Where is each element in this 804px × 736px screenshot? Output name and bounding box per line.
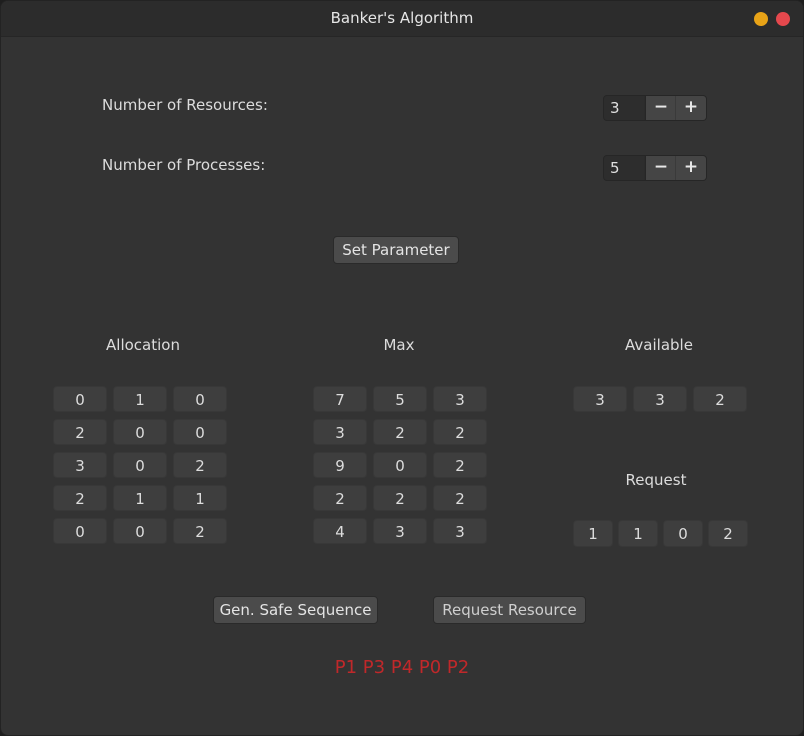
- set-parameter-button[interactable]: Set Parameter: [333, 236, 459, 264]
- allocation-cell[interactable]: 0: [53, 386, 107, 412]
- processes-decrement-button[interactable]: −: [645, 156, 676, 180]
- max-cell[interactable]: 2: [373, 419, 427, 445]
- max-cell[interactable]: 0: [373, 452, 427, 478]
- allocation-cell[interactable]: 3: [53, 452, 107, 478]
- allocation-cell[interactable]: 2: [173, 518, 227, 544]
- max-cell[interactable]: 4: [313, 518, 367, 544]
- title-bar: Banker's Algorithm: [1, 1, 803, 37]
- allocation-title: Allocation: [106, 336, 180, 354]
- request-cell[interactable]: 1: [573, 520, 613, 547]
- max-cell[interactable]: 9: [313, 452, 367, 478]
- close-button[interactable]: [776, 12, 790, 26]
- resources-decrement-button[interactable]: −: [645, 96, 676, 120]
- available-title: Available: [625, 336, 693, 354]
- allocation-cell[interactable]: 1: [173, 485, 227, 511]
- resources-spinner: 3 − +: [603, 95, 707, 121]
- available-cell[interactable]: 3: [633, 386, 687, 412]
- max-cell[interactable]: 3: [433, 518, 487, 544]
- processes-label: Number of Processes:: [102, 156, 266, 174]
- max-cell[interactable]: 2: [433, 485, 487, 511]
- max-cell[interactable]: 2: [313, 485, 367, 511]
- request-cell[interactable]: 0: [663, 520, 703, 547]
- safe-sequence-result: P1 P3 P4 P0 P2: [334, 657, 470, 678]
- max-cell[interactable]: 7: [313, 386, 367, 412]
- allocation-cell[interactable]: 0: [113, 419, 167, 445]
- allocation-cell[interactable]: 0: [113, 452, 167, 478]
- allocation-cell[interactable]: 1: [113, 485, 167, 511]
- request-title: Request: [625, 471, 687, 489]
- allocation-cell[interactable]: 2: [53, 485, 107, 511]
- gen-safe-sequence-button[interactable]: Gen. Safe Sequence: [213, 596, 378, 624]
- resources-increment-button[interactable]: +: [675, 96, 706, 120]
- available-cell[interactable]: 3: [573, 386, 627, 412]
- allocation-cell[interactable]: 0: [113, 518, 167, 544]
- processes-spinner: 5 − +: [603, 155, 707, 181]
- resources-input[interactable]: 3: [604, 96, 644, 120]
- request-cell[interactable]: 1: [618, 520, 658, 547]
- allocation-cell[interactable]: 0: [53, 518, 107, 544]
- window-title: Banker's Algorithm: [330, 9, 474, 27]
- max-cell[interactable]: 2: [433, 419, 487, 445]
- minimize-button[interactable]: [754, 12, 768, 26]
- max-cell[interactable]: 3: [433, 386, 487, 412]
- request-cell[interactable]: 2: [708, 520, 748, 547]
- processes-input[interactable]: 5: [604, 156, 644, 180]
- max-title: Max: [383, 336, 415, 354]
- app-window: Banker's Algorithm Number of Resources: …: [0, 0, 804, 736]
- available-cell[interactable]: 2: [693, 386, 747, 412]
- allocation-cell[interactable]: 1: [113, 386, 167, 412]
- max-cell[interactable]: 3: [373, 518, 427, 544]
- allocation-cell[interactable]: 2: [53, 419, 107, 445]
- allocation-cell[interactable]: 0: [173, 419, 227, 445]
- allocation-cell[interactable]: 2: [173, 452, 227, 478]
- max-cell[interactable]: 2: [433, 452, 487, 478]
- max-cell[interactable]: 2: [373, 485, 427, 511]
- processes-increment-button[interactable]: +: [675, 156, 706, 180]
- allocation-cell[interactable]: 0: [173, 386, 227, 412]
- request-resource-button[interactable]: Request Resource: [433, 596, 586, 624]
- max-cell[interactable]: 3: [313, 419, 367, 445]
- max-cell[interactable]: 5: [373, 386, 427, 412]
- resources-label: Number of Resources:: [102, 96, 268, 114]
